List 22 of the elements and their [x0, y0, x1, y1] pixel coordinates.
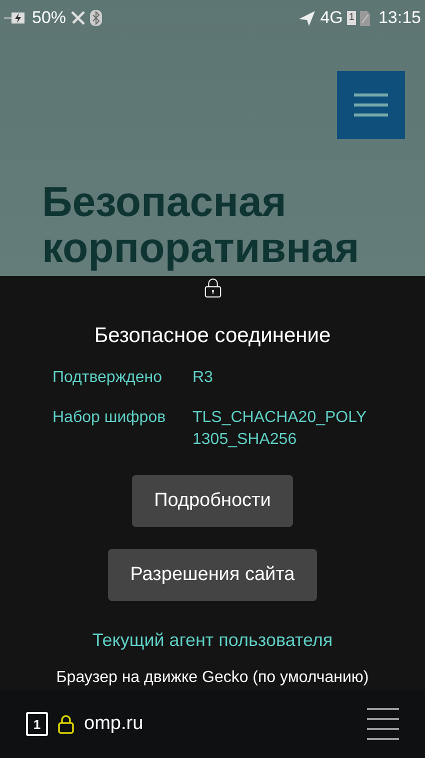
page-heading: Безопасная корпоративная	[41, 177, 360, 271]
menu-button[interactable]	[337, 71, 405, 139]
user-agent-value: Браузер на движке Gecko (по умолчанию)	[56, 668, 369, 688]
detail-value: R3	[192, 368, 214, 388]
network-type: 4G	[320, 7, 343, 30]
user-agent-link[interactable]: Текущий агент пользователя	[92, 627, 333, 654]
dialog-button[interactable]: Подробности	[132, 475, 293, 527]
detail-label: Набор шифров	[52, 408, 167, 428]
dialog-button[interactable]: Разрешения сайта	[108, 549, 317, 601]
menu-icon	[354, 93, 388, 117]
sim-card-icon	[360, 10, 370, 26]
bluetooth-icon	[90, 10, 102, 26]
detail-value: TLS_CHACHA20_POLY1305_SHA256	[192, 408, 368, 450]
lock-icon	[58, 714, 74, 734]
menu-icon[interactable]	[367, 708, 399, 740]
sim-indicator: 1	[346, 11, 356, 25]
tab-count-button[interactable]: 1	[26, 712, 48, 736]
url-text[interactable]: omp.ru	[84, 710, 144, 738]
dialog-title: Безопасное соединение	[94, 322, 331, 348]
clock-time: 13:15	[378, 7, 421, 30]
battery-percent: 50%	[32, 7, 66, 30]
detail-label: Подтверждено	[52, 368, 163, 388]
